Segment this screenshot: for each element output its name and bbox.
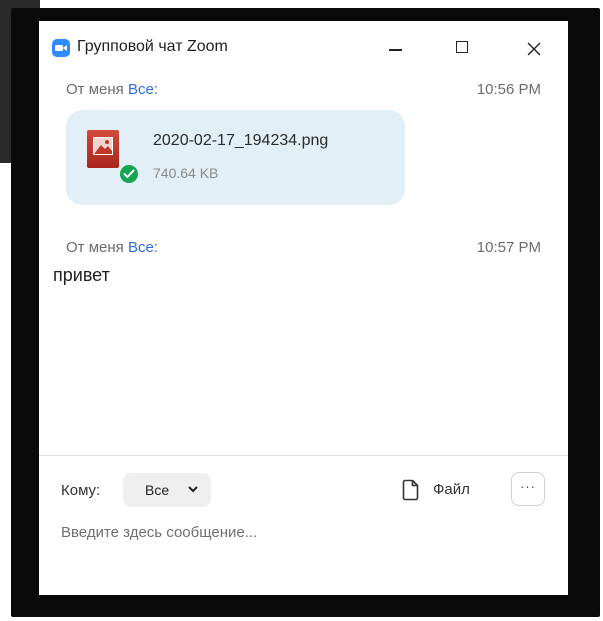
message-sender: От меня Все: (66, 81, 158, 98)
recipient-link[interactable]: Все: (128, 81, 158, 98)
zoom-camera-icon (52, 39, 70, 57)
close-button[interactable] (514, 31, 554, 67)
maximize-icon (456, 41, 468, 53)
image-file-icon (87, 130, 121, 170)
window-title: Групповой чат Zoom (77, 38, 228, 55)
file-share-button[interactable]: Файл (397, 472, 489, 506)
more-options-button[interactable]: ··· (511, 472, 545, 506)
to-label: Кому: (61, 482, 101, 499)
file-message-bubble[interactable]: 2020-02-17_194234.png 740.64 KB (66, 110, 405, 205)
message-time: 10:57 PM (476, 239, 541, 256)
recipient-value: Все (145, 482, 170, 498)
minimize-icon (389, 49, 402, 51)
check-circle-icon (118, 163, 140, 185)
close-icon (527, 42, 541, 56)
sender-label: От меня (66, 81, 124, 98)
message-input[interactable] (61, 519, 541, 545)
file-name[interactable]: 2020-02-17_194234.png (153, 132, 328, 150)
more-icon: ··· (520, 479, 536, 494)
group-chat-window: Групповой чат Zoom От меня Все: 10:56 PM (39, 21, 568, 595)
chevron-down-icon (188, 486, 198, 493)
message-sender: От меня Все: (66, 239, 158, 256)
message-time: 10:56 PM (476, 81, 541, 98)
composer-divider (39, 455, 568, 456)
recipient-link[interactable]: Все: (128, 239, 158, 256)
message-text: привет (53, 265, 110, 285)
minimize-button[interactable] (376, 31, 416, 67)
maximize-button[interactable] (443, 31, 483, 67)
recipient-select[interactable]: Все (123, 473, 211, 507)
title-bar[interactable]: Групповой чат Zoom (39, 21, 568, 77)
sender-label: От меня (66, 239, 124, 256)
file-size: 740.64 KB (153, 165, 219, 181)
file-icon (402, 479, 419, 501)
file-button-label: Файл (433, 481, 470, 498)
